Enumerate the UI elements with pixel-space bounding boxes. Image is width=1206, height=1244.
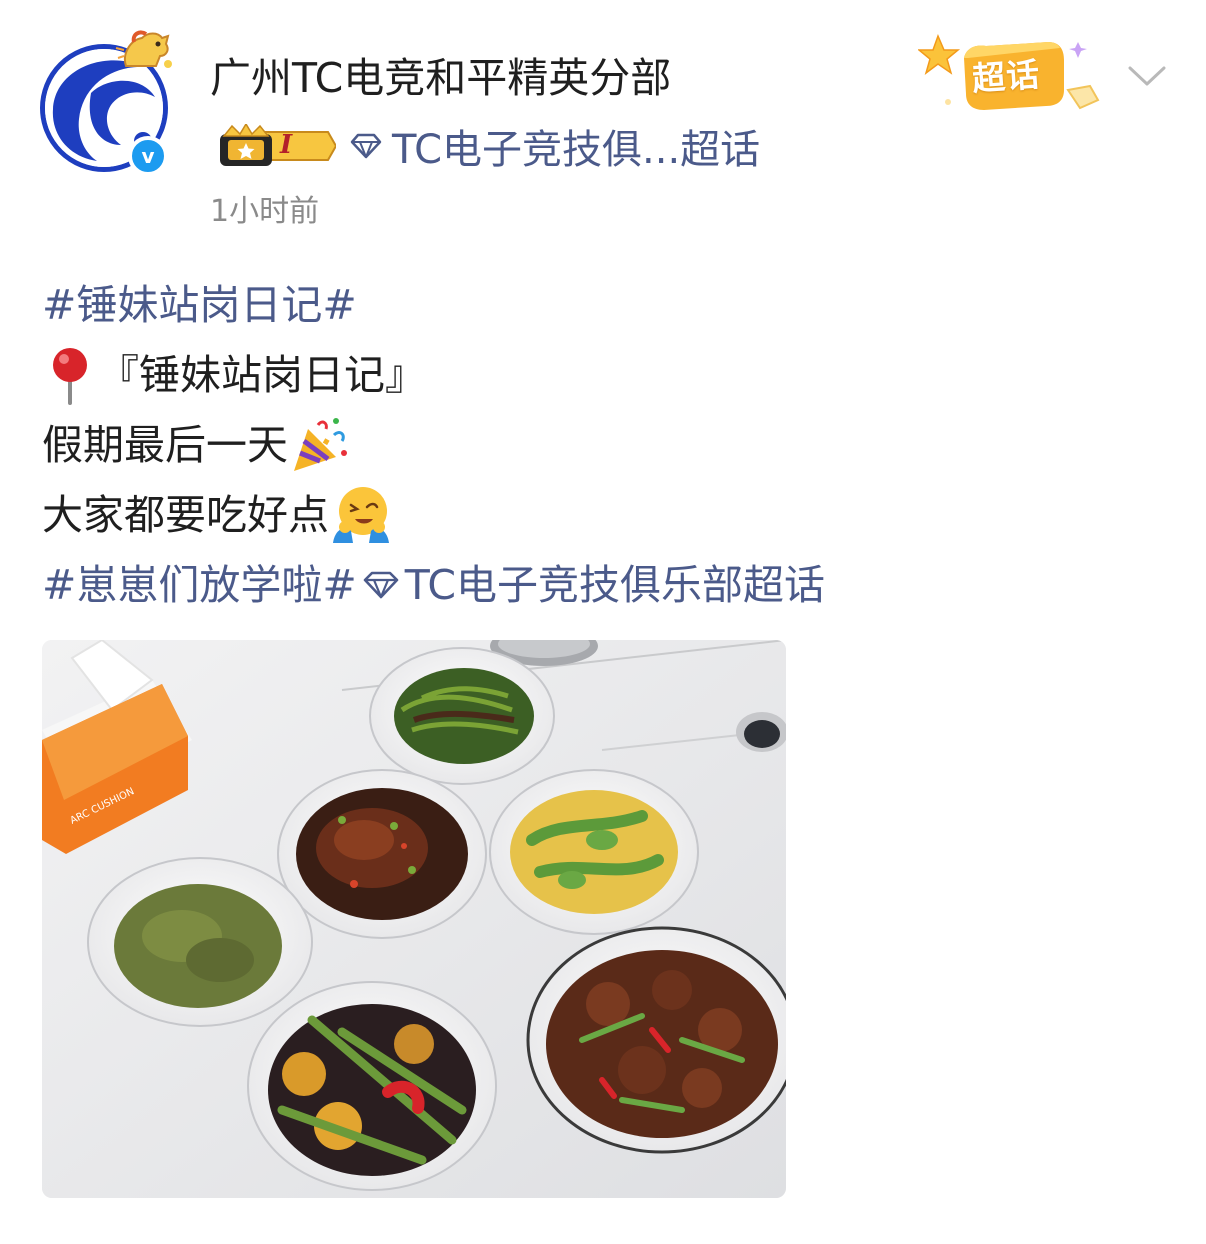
content-line-2: 『锤妹站岗日记』: [42, 340, 1172, 410]
verified-icon: v: [128, 136, 168, 176]
supertopic-diamond-icon: [350, 133, 382, 159]
post-text-line: 大家都要吃好点: [42, 491, 329, 539]
post-photo[interactable]: ARC CUSHION: [42, 640, 786, 1198]
content-line-5: #崽崽们放学啦# TC电子竞技俱乐部超话: [42, 550, 1172, 620]
weibo-post: v 广州TC电竞和平精英分部 I TC电子竞技俱...超话 1小时前 超话 #锤…: [0, 0, 1206, 1244]
hashtag-link[interactable]: #锤妹站岗日记#: [42, 270, 357, 340]
chevron-down-icon[interactable]: [1124, 56, 1170, 96]
supertopic-tag-link[interactable]: TC电子竞技俱乐部超话: [405, 550, 825, 620]
wink-hug-emoji-icon: [333, 487, 389, 543]
post-text-line: 假期最后一天: [42, 421, 288, 469]
horse-decoration-icon: [115, 30, 172, 68]
post-title-line: 『锤妹站岗日记』: [98, 351, 426, 399]
crown-level-icon: [220, 124, 336, 166]
supertopic-source-link[interactable]: TC电子竞技俱...超话: [392, 117, 760, 175]
author-avatar-container[interactable]: v: [40, 26, 175, 176]
level-badge[interactable]: I: [218, 124, 336, 168]
supertopic-button-label: 超话: [970, 54, 1042, 99]
content-line-3: 假期最后一天: [42, 410, 1172, 480]
party-popper-emoji-icon: [294, 418, 347, 471]
author-name[interactable]: 广州TC电竞和平精英分部: [210, 50, 671, 106]
content-line-4: 大家都要吃好点: [42, 480, 1172, 550]
post-content: #锤妹站岗日记# 『锤妹站岗日记』 假期最后一天 大家都要吃好点 #崽崽们放学啦…: [42, 270, 1172, 620]
hashtag-link[interactable]: #崽崽们放学啦#: [42, 550, 357, 620]
level-number: I: [280, 130, 293, 160]
post-timestamp: 1小时前: [210, 194, 320, 229]
content-line-1: #锤妹站岗日记#: [42, 270, 1172, 340]
supertopic-button[interactable]: 超话: [918, 28, 1106, 120]
pushpin-emoji-icon: [53, 348, 87, 405]
author-meta-row: I TC电子竞技俱...超话: [218, 117, 760, 175]
food-photo-illustration: ARC CUSHION: [42, 640, 786, 1198]
supertopic-diamond-icon: [363, 571, 399, 599]
